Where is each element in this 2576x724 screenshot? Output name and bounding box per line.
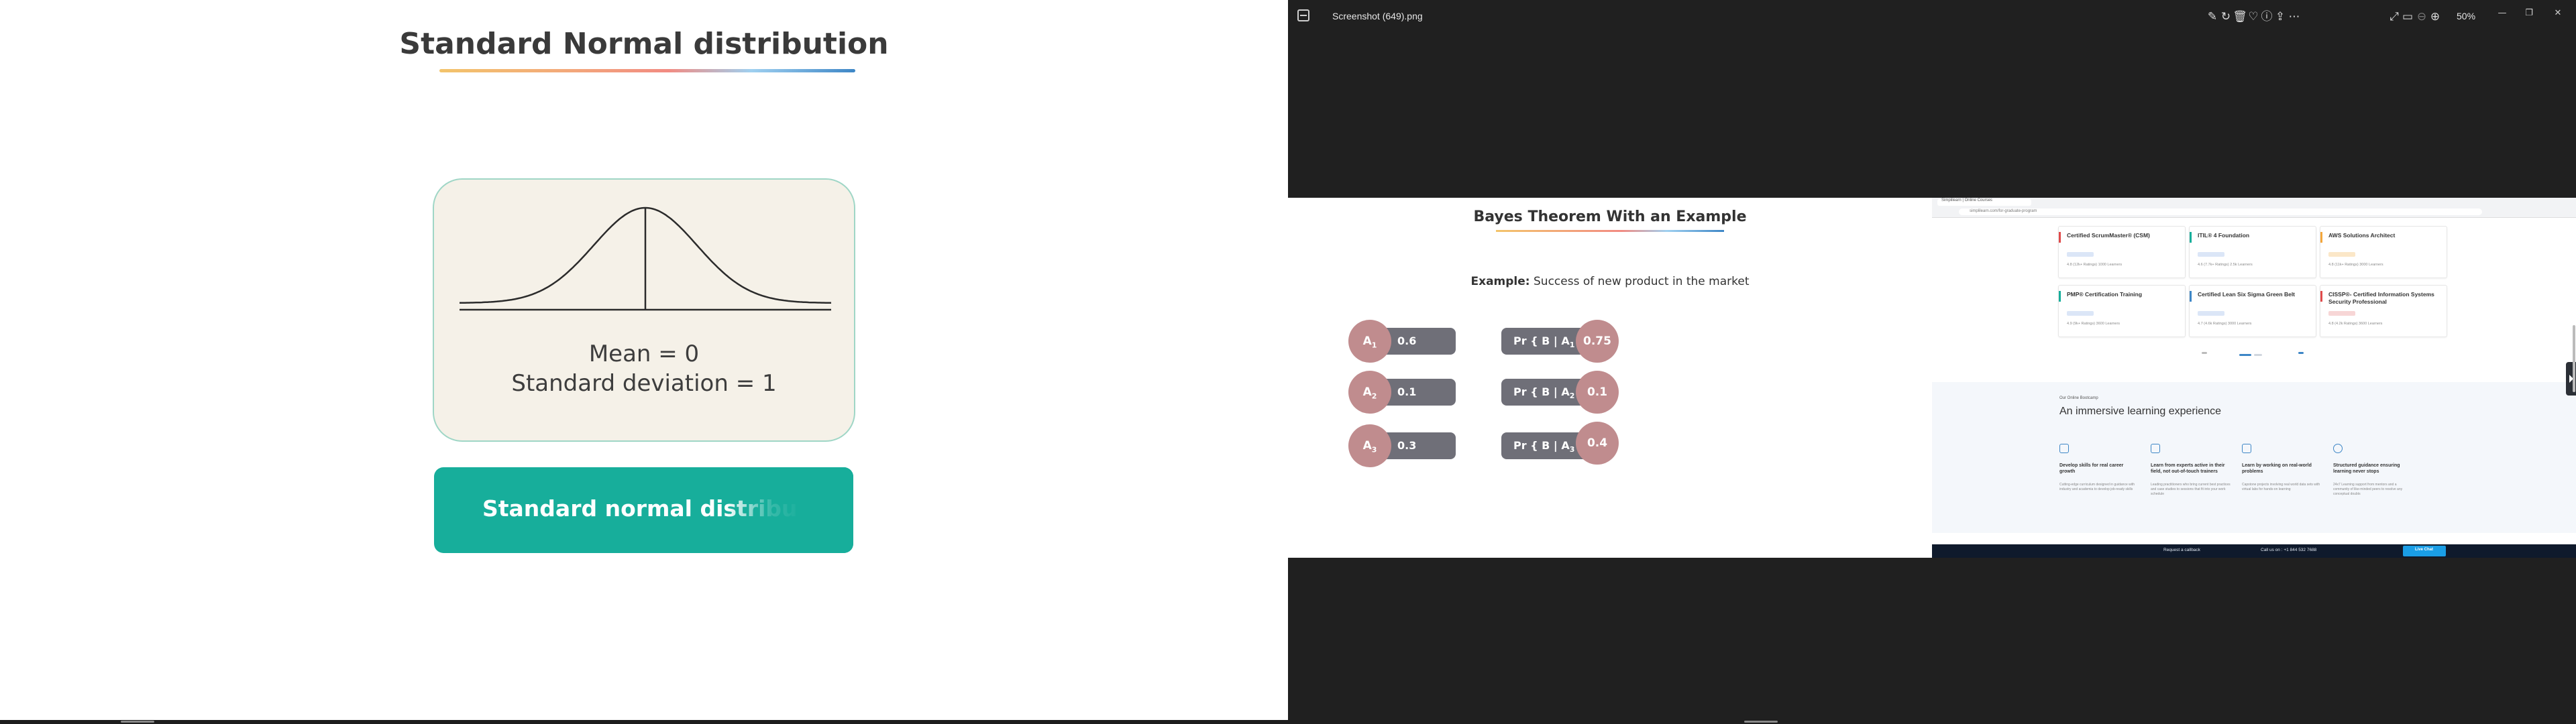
likelihood-value: 0.1 xyxy=(1587,385,1608,399)
course-card: ITIL® 4 Foundation 4.6 (7.7k+ Ratings) 2.… xyxy=(2189,226,2316,278)
callback-link[interactable]: Request a callback xyxy=(2163,548,2200,552)
feature-desc: Cutting-edge curriculum designed in guid… xyxy=(2059,483,2135,491)
browser-tab-title: Simplilearn | Online Courses xyxy=(1941,198,1992,202)
viewer-titlebar: Screenshot (649).png ✎ ↻ 🗑 ♡ ⓘ ⇪ ⋯ ⤢ ▭ ⊖… xyxy=(1288,0,2576,34)
feature-desc: Capstone projects involving real world d… xyxy=(2242,483,2320,491)
example-text: Success of new product in the market xyxy=(1529,275,1750,288)
likelihood-value: 0.4 xyxy=(1587,436,1608,450)
bell-curve-graphic xyxy=(460,206,831,311)
project-icon xyxy=(2242,444,2251,453)
event-circle: A3 xyxy=(1348,424,1391,467)
course-card: AWS Solutions Architect 4.8 (11k+ Ratings… xyxy=(2320,226,2447,278)
learning-subtitle: Our Online Bootcamp xyxy=(2059,396,2098,400)
course-cards-section: Certified ScrumMaster® (CSM) 4.8 (12k+ Ra… xyxy=(1932,218,2576,375)
rotate-icon[interactable]: ↻ xyxy=(2218,9,2233,24)
carousel-indicator[interactable] xyxy=(2239,354,2251,356)
scrollbar[interactable] xyxy=(2573,325,2575,392)
carousel-next-icon[interactable] xyxy=(2298,352,2304,354)
prior-value: 0.6 xyxy=(1397,335,1417,347)
share-icon[interactable]: ⇪ xyxy=(2273,9,2288,24)
likelihood-value: 0.75 xyxy=(1583,335,1611,348)
info-icon[interactable]: ⓘ xyxy=(2259,9,2274,24)
delete-icon[interactable]: 🗑 xyxy=(2233,9,2247,24)
event-label: A xyxy=(1362,335,1372,348)
site-footer: Request a callback Call us on : +1 844 5… xyxy=(1932,544,2576,558)
standard-normal-button[interactable]: Standard normal distribu xyxy=(434,467,853,553)
zoom-out-icon[interactable]: ⊖ xyxy=(2414,9,2429,24)
event-label: A xyxy=(1362,439,1372,452)
taskbar-indicator xyxy=(1744,721,1778,723)
zoom-in-icon[interactable]: ⊕ xyxy=(2428,9,2443,24)
sd-label: Standard deviation = 1 xyxy=(511,370,777,397)
likelihood-circle: 0.4 xyxy=(1576,422,1619,465)
photos-viewer-window: Screenshot (649).png ✎ ↻ 🗑 ♡ ⓘ ⇪ ⋯ ⤢ ▭ ⊖… xyxy=(1288,0,2576,724)
close-icon[interactable]: ✕ xyxy=(2548,5,2568,21)
live-chat-label: Live Chat xyxy=(2415,548,2434,552)
course-card: Certified ScrumMaster® (CSM) 4.8 (12k+ Ra… xyxy=(2058,226,2186,278)
course-card: CISSP®- Certified Information Systems Se… xyxy=(2320,285,2447,337)
carousel-prev-icon[interactable] xyxy=(2202,352,2207,354)
edit-icon[interactable]: ✎ xyxy=(2205,9,2220,24)
prior-value: 0.3 xyxy=(1397,439,1417,452)
bayes-title: Bayes Theorem With an Example xyxy=(1473,208,1747,225)
event-circle: A1 xyxy=(1348,320,1391,363)
feature-desc: Leading practitioners who bring current … xyxy=(2151,483,2231,496)
learning-title: An immersive learning experience xyxy=(2059,406,2221,417)
taskbar-indicator xyxy=(121,721,154,723)
event-circle: A2 xyxy=(1348,371,1391,414)
bayes-example: Example: Success of new product in the m… xyxy=(1288,275,1932,288)
taskbar-strip xyxy=(0,720,2576,724)
maximize-icon[interactable]: ❐ xyxy=(2519,5,2539,21)
learning-section: Our Online Bootcamp An immersive learnin… xyxy=(1932,382,2576,533)
fit-icon[interactable]: ▭ xyxy=(2400,9,2415,24)
title-underline xyxy=(439,69,855,72)
minimize-icon[interactable]: — xyxy=(2492,5,2512,21)
event-subscript: 1 xyxy=(1371,341,1377,350)
slide-title: Standard Normal distribution xyxy=(399,27,889,61)
favorite-icon[interactable]: ♡ xyxy=(2246,9,2261,24)
fullscreen-icon[interactable]: ⤢ xyxy=(2387,9,2402,24)
example-label: Example: xyxy=(1470,275,1530,288)
likelihood-circle: 0.1 xyxy=(1576,371,1619,414)
displayed-image: Bayes Theorem With an Example Example: S… xyxy=(1288,198,2576,558)
live-chat-button[interactable]: Live Chat xyxy=(2403,546,2446,556)
expert-icon xyxy=(2151,444,2160,453)
prior-value: 0.1 xyxy=(1397,385,1417,398)
feature-title: Structured guidance ensuring learning ne… xyxy=(2333,463,2400,474)
feature-title: Learn from experts active in their field… xyxy=(2151,463,2225,474)
guidance-icon xyxy=(2333,444,2343,453)
more-icon[interactable]: ⋯ xyxy=(2287,9,2302,24)
carousel-indicator[interactable] xyxy=(2254,354,2262,356)
course-card: Certified Lean Six Sigma Green Belt 4.7 (… xyxy=(2189,285,2316,337)
phone-link[interactable]: Call us on : +1 844 532 7688 xyxy=(2261,548,2316,552)
mean-label: Mean = 0 xyxy=(588,341,700,367)
career-icon xyxy=(2059,444,2069,453)
url-bar xyxy=(1959,208,2482,215)
likelihood-circle: 0.75 xyxy=(1576,320,1619,363)
bayes-title-underline xyxy=(1496,230,1724,232)
bayes-slide: Bayes Theorem With an Example Example: S… xyxy=(1288,198,1932,558)
photos-app-icon xyxy=(1297,9,1309,21)
website-screenshot: Simplilearn | Online Courses simplilearn… xyxy=(1932,198,2576,558)
feature-title: Learn by working on real-world problems xyxy=(2242,463,2312,474)
normal-curve-card: Mean = 0 Standard deviation = 1 xyxy=(433,178,855,442)
course-card: PMP® Certification Training 4.9 (9k+ Rati… xyxy=(2058,285,2186,337)
event-subscript: 2 xyxy=(1371,391,1377,401)
event-label: A xyxy=(1362,385,1372,399)
url-text: simplilearn.com/for-graduate-program xyxy=(1970,209,2037,213)
slide-panel: Standard Normal distribution Mean = 0 St… xyxy=(0,0,1288,724)
browser-chrome: Simplilearn | Online Courses simplilearn… xyxy=(1932,198,2576,218)
event-subscript: 3 xyxy=(1371,445,1377,455)
feature-desc: 24x7 Learning support from mentors and a… xyxy=(2333,483,2403,496)
file-name: Screenshot (649).png xyxy=(1332,11,1423,21)
feature-title: Develop skills for real career growth xyxy=(2059,463,2124,474)
button-fade-overlay xyxy=(726,467,853,553)
zoom-level[interactable]: 50% xyxy=(2457,11,2475,21)
